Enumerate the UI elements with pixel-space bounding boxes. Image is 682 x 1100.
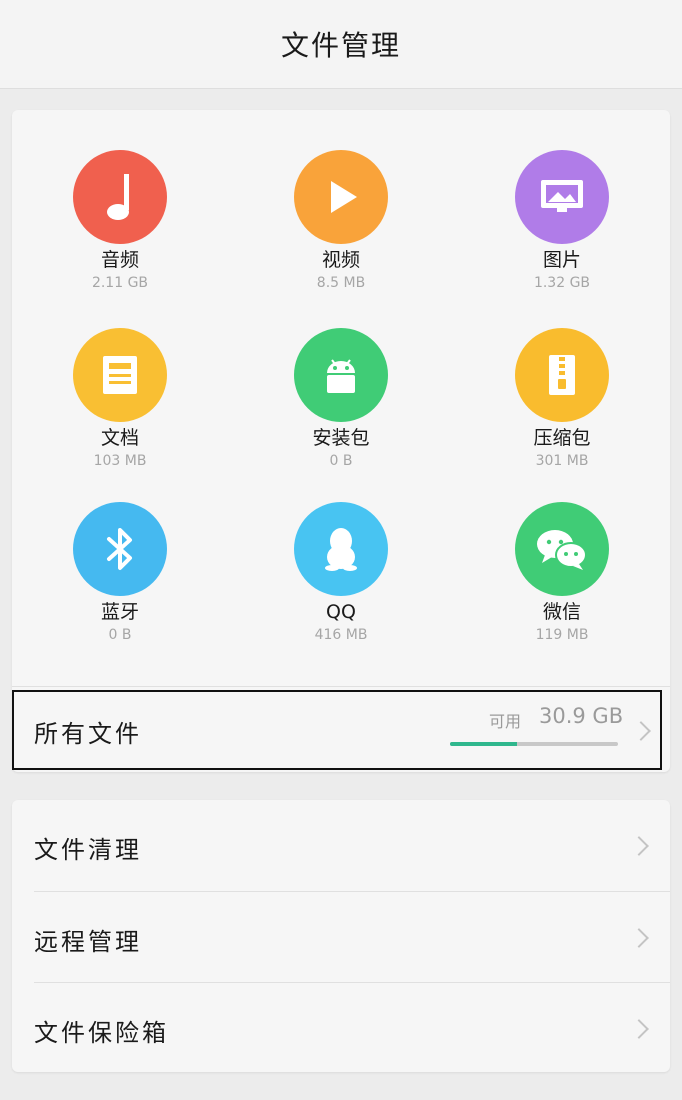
tool-row-file-safe[interactable]: 文件保险箱 — [12, 983, 670, 1074]
category-size: 119 MB — [535, 627, 589, 643]
category-label: QQ — [326, 601, 356, 623]
category-audio[interactable]: 音频 2.11 GB — [20, 110, 220, 291]
category-label: 安装包 — [312, 427, 370, 449]
wechat-icon — [515, 502, 609, 596]
storage-usage-bar — [450, 742, 618, 746]
document-icon — [73, 328, 167, 422]
category-label: 文档 — [100, 427, 139, 449]
android-icon — [294, 328, 388, 422]
category-label: 视频 — [321, 249, 360, 271]
play-icon — [294, 150, 388, 244]
category-label: 微信 — [542, 601, 581, 623]
category-size: 0 B — [108, 627, 132, 643]
tools-card: 文件清理 远程管理 文件保险箱 — [12, 800, 670, 1072]
storage-usage-fill — [450, 742, 518, 746]
category-wechat[interactable]: 微信 119 MB — [462, 462, 662, 643]
category-label: 音频 — [100, 249, 139, 271]
category-bluetooth[interactable]: 蓝牙 0 B — [20, 462, 220, 643]
qq-penguin-icon — [294, 502, 388, 596]
available-storage-value: 30.9 GB — [539, 704, 624, 728]
categories-card: 音频 2.11 GB 视频 8.5 MB 图片 1.32 GB 文档 103 M… — [12, 110, 670, 772]
tool-label: 文件清理 — [34, 836, 142, 864]
category-pictures[interactable]: 图片 1.32 GB — [462, 110, 662, 291]
tool-row-file-cleanup[interactable]: 文件清理 — [12, 800, 670, 891]
category-archives[interactable]: 压缩包 301 MB — [462, 288, 662, 469]
category-qq[interactable]: QQ 416 MB — [241, 462, 441, 643]
tool-label: 文件保险箱 — [34, 1019, 169, 1047]
chevron-right-icon — [631, 721, 651, 741]
available-label: 可用 — [489, 712, 522, 731]
category-apk[interactable]: 安装包 0 B — [241, 288, 441, 469]
chevron-right-icon — [629, 1019, 649, 1039]
category-label: 蓝牙 — [100, 601, 139, 623]
music-note-icon — [73, 150, 167, 244]
category-grid: 音频 2.11 GB 视频 8.5 MB 图片 1.32 GB 文档 103 M… — [12, 110, 670, 686]
chevron-right-icon — [629, 928, 649, 948]
page-title: 文件管理 — [280, 29, 401, 62]
all-files-row[interactable]: 所有文件 可用 30.9 GB — [12, 690, 662, 770]
category-size: 416 MB — [314, 627, 368, 643]
tool-label: 远程管理 — [34, 928, 142, 956]
tool-row-remote-management[interactable]: 远程管理 — [12, 892, 670, 983]
divider — [12, 686, 670, 687]
all-files-label: 所有文件 — [34, 720, 142, 748]
chevron-right-icon — [629, 836, 649, 856]
bluetooth-icon — [73, 502, 167, 596]
category-video[interactable]: 视频 8.5 MB — [241, 110, 441, 291]
picture-icon — [515, 150, 609, 244]
category-label: 图片 — [542, 249, 581, 271]
app-header: 文件管理 — [0, 0, 682, 89]
category-label: 压缩包 — [533, 427, 591, 449]
zip-icon — [515, 328, 609, 422]
category-documents[interactable]: 文档 103 MB — [20, 288, 220, 469]
